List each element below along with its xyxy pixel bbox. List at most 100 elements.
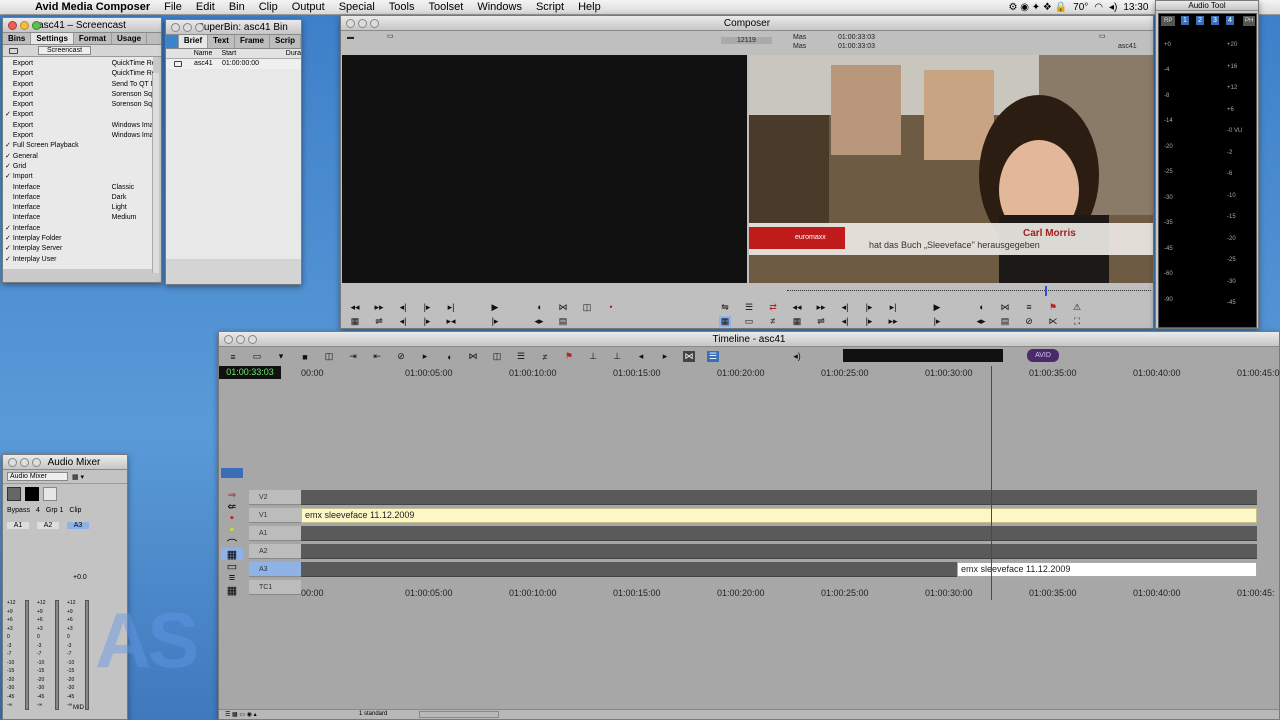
match-frame-button[interactable]: ▤ (557, 316, 569, 327)
channel-2-button[interactable]: 2 (1196, 16, 1204, 25)
clear-button[interactable]: ⋈ (467, 351, 479, 362)
settings-checkbox[interactable]: ✓ (3, 255, 13, 265)
column-duration[interactable]: Dura (286, 49, 301, 58)
right-trim-button[interactable]: ▸ (659, 351, 671, 362)
mark-clip-button[interactable]: ▭ (743, 316, 755, 327)
bypass-num[interactable]: 4 (36, 507, 40, 514)
track-a3-header[interactable]: A3 (249, 562, 301, 577)
timeline-ruler[interactable]: 00:00 01:00:05:00 01:00:10:00 01:00:15:00 01… (301, 368, 1280, 380)
vertical-scrollbar[interactable] (152, 73, 159, 273)
mark-in-button[interactable]: ▸ (419, 351, 431, 362)
settings-row[interactable]: ✓ Interface (3, 224, 153, 234)
minimize-icon[interactable] (20, 21, 29, 30)
minimize-icon[interactable] (236, 335, 245, 344)
record-menu-icon[interactable]: ▭ (1099, 32, 1106, 40)
settings-row[interactable]: Export Windows Ima (3, 131, 153, 141)
bin-menu-icon[interactable] (166, 35, 179, 48)
mark-out-record-button[interactable]: ◖ (975, 302, 987, 312)
settings-checkbox[interactable] (3, 69, 13, 79)
settings-checkbox[interactable]: ✓ (3, 244, 13, 254)
segment-lift-button[interactable]: ⊥ (587, 351, 599, 362)
group-button[interactable]: Grp 1 (46, 507, 64, 514)
volume-icon[interactable]: ◂) (1109, 0, 1117, 15)
lift-button[interactable]: ⇥ (347, 351, 359, 362)
settings-checkbox[interactable] (3, 59, 13, 69)
minimize-icon[interactable] (20, 458, 29, 467)
extract-button[interactable]: ⇤ (371, 351, 383, 362)
settings-checkbox[interactable]: ✓ (3, 224, 13, 234)
tab-text[interactable]: Text (208, 35, 235, 48)
settings-checkbox[interactable]: ✓ (3, 110, 13, 120)
yellow-segment-tool[interactable]: ▪ (221, 524, 243, 536)
channel-1-button[interactable]: 1 (1181, 16, 1189, 25)
status-icons[interactable]: ⚙ ◉ ✦ ❖ 🔒 (1009, 0, 1068, 15)
tab-script[interactable]: Scrip (270, 35, 301, 48)
menu-help[interactable]: Help (571, 0, 608, 15)
ph-button[interactable]: PH (1243, 16, 1256, 26)
zoom-icon[interactable] (32, 21, 41, 30)
focus-button[interactable]: ⋈ (683, 351, 695, 362)
lift-overwrite-button[interactable]: ⇋ (719, 302, 731, 313)
volume-fader[interactable] (25, 600, 29, 710)
avid-effect-button[interactable]: ⚑ (1047, 302, 1059, 313)
settings-checkbox[interactable] (3, 90, 13, 100)
add-edit-button[interactable]: ◫ (323, 351, 335, 362)
zoom-icon[interactable] (248, 335, 257, 344)
settings-checkbox[interactable]: ✓ (3, 162, 13, 172)
close-icon[interactable] (8, 458, 17, 467)
timeline-ruler-bottom[interactable]: 00:00 01:00:05:00 01:00:10:00 01:00:15:00 01… (301, 588, 1275, 600)
extract-record-button[interactable]: ◂▸ (975, 316, 987, 327)
splice-in-button[interactable]: ▦ (349, 316, 361, 327)
overwrite-button[interactable]: ⇌ (373, 316, 385, 327)
menu-bin[interactable]: Bin (222, 0, 252, 15)
mixer-options-icon[interactable]: ▦ ▾ (72, 473, 84, 481)
go-out-button[interactable]: |▸ (421, 316, 433, 327)
track-list-button[interactable] (221, 468, 243, 478)
record-monitor[interactable]: euromaxx Carl Morris hat das Buch „Sleev… (749, 55, 1153, 283)
timeline-zoom-bar[interactable] (843, 349, 1003, 362)
track-a1-header[interactable]: A1 (249, 526, 301, 541)
settings-row[interactable]: ✓ General (3, 152, 153, 162)
lift-record-button[interactable]: |▸ (931, 316, 943, 327)
tab-usage[interactable]: Usage (112, 33, 148, 44)
channel-a2-label[interactable]: A2 (37, 522, 59, 529)
forward-one-button[interactable]: |▸ (863, 302, 875, 313)
tab-bins[interactable]: Bins (3, 33, 32, 44)
timeline-titlebar[interactable]: Timeline - asc41 (219, 332, 1279, 347)
settings-row[interactable]: Interface Medium (3, 213, 153, 223)
close-icon[interactable] (171, 23, 180, 32)
settings-row[interactable]: Interface Light (3, 203, 153, 213)
settings-checkbox[interactable]: ✓ (3, 234, 13, 244)
splice-button[interactable]: ◫ (581, 302, 593, 313)
mark-out-button[interactable]: ◖ (443, 352, 455, 362)
settings-row[interactable]: ✓ Import (3, 172, 153, 182)
stop-button[interactable]: ⊘ (1023, 316, 1035, 327)
red-segment-tool[interactable]: ▪ (221, 512, 243, 524)
settings-row[interactable]: Export QuickTime Re (3, 59, 153, 69)
tab-settings[interactable]: Settings (31, 33, 74, 44)
smart-tool[interactable]: ⌒ (221, 536, 243, 551)
rp-button[interactable]: RP (1161, 16, 1176, 26)
menu-output[interactable]: Output (285, 0, 332, 15)
close-icon[interactable] (8, 21, 17, 30)
track-button[interactable]: ☰ (707, 351, 719, 362)
track-v2[interactable] (301, 490, 1257, 505)
settings-row[interactable]: Export Windows Ima (3, 121, 153, 131)
settings-view-dropdown[interactable]: Screencast (38, 46, 92, 55)
step-forward-button[interactable]: ▸▸ (373, 302, 385, 313)
go-in-button[interactable]: ◂| (397, 316, 409, 327)
tab-brief[interactable]: Brief (178, 35, 209, 48)
segment-extract-button[interactable]: ⊥ (611, 351, 623, 362)
play-record-button[interactable]: ▶ (931, 302, 943, 313)
settings-row[interactable]: Export Sorenson Squ (3, 90, 153, 100)
segment-button[interactable]: ▤ (999, 316, 1011, 327)
go-out-record-button[interactable]: |▸ (863, 316, 875, 327)
bypass-button[interactable]: Bypass (7, 507, 30, 514)
menu-windows[interactable]: Windows (470, 0, 529, 15)
source-monitor[interactable] (342, 55, 747, 283)
settings-row[interactable]: ✓ Grid (3, 162, 153, 172)
render-button[interactable]: ⛶ (1071, 316, 1083, 327)
back-one-button[interactable]: ◂| (839, 302, 851, 313)
extract-button[interactable]: ◂▸ (533, 316, 545, 327)
list-button[interactable]: ☰ (515, 351, 527, 362)
